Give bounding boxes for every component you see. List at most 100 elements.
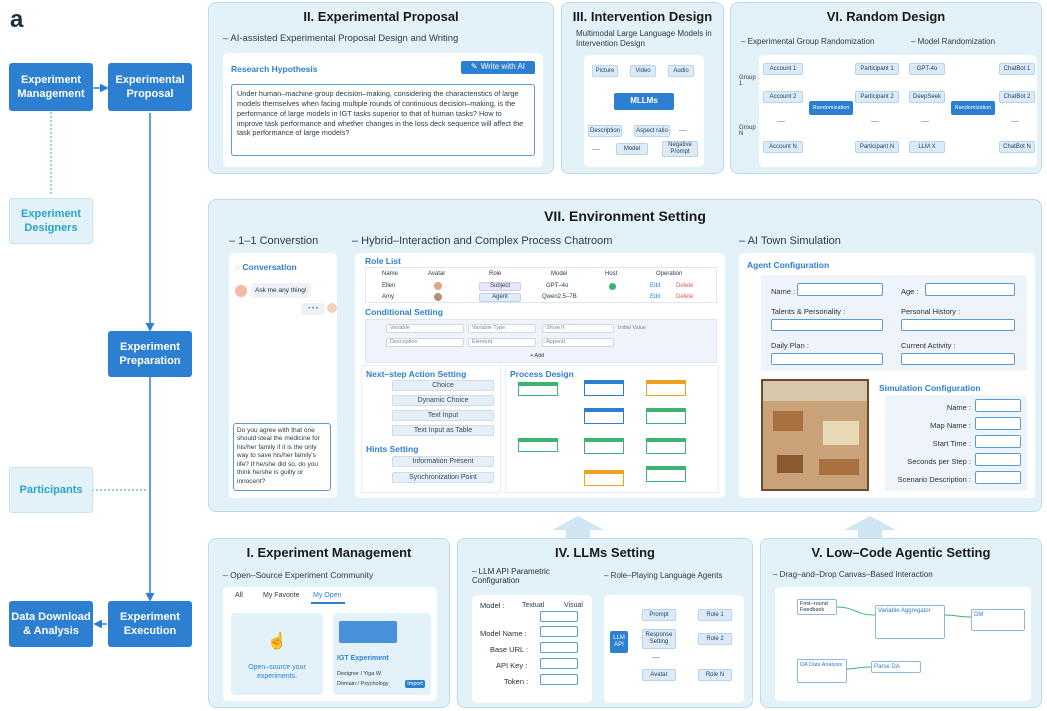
talents-input[interactable] — [771, 319, 883, 331]
role-table: Name Avatar Role Model Host Operation El… — [365, 267, 717, 303]
hints-heading: Hints Setting — [366, 444, 419, 454]
gpt-model: GPT-4o — [909, 63, 945, 75]
chatbotN: ChatBot N — [999, 141, 1035, 153]
edit-link[interactable]: Edit — [650, 294, 660, 300]
variable-aggregator-node[interactable]: Variable Aggregator — [875, 605, 945, 639]
randomization-node-2: Randomization — [951, 101, 995, 115]
role-agents-card: LLM API Prompt Response Setting ---- Ava… — [604, 595, 744, 703]
daily-label: Daily Plan : — [771, 341, 809, 350]
participantN: Participant N — [855, 141, 899, 153]
group1-label: Group 1 — [739, 75, 756, 87]
map-wall — [763, 381, 867, 401]
avatar — [434, 282, 442, 290]
ask-bubble: Ask me any thing! — [251, 283, 311, 298]
model-input[interactable] — [540, 611, 578, 622]
delete-link[interactable]: Delete — [676, 294, 693, 300]
map-label: Map Name : — [930, 421, 971, 430]
col-avatar: Avatar — [428, 271, 446, 277]
activity-label: Current Activity : — [901, 341, 956, 350]
question-input[interactable]: Do you agree with that one should steal … — [233, 423, 331, 491]
accountN: Account N — [763, 141, 803, 153]
flow-node — [646, 380, 686, 396]
append-field[interactable]: Append — [542, 338, 614, 347]
model-name-input[interactable] — [540, 626, 578, 637]
parse-da-node[interactable]: Parse DA — [871, 661, 921, 673]
participant2: Participant 2 — [855, 91, 899, 103]
first-feedback-node[interactable]: First–round Feedback — [797, 599, 837, 615]
typing-indicator: • • • — [301, 303, 325, 315]
text-table-option[interactable]: Text Input as Table — [392, 425, 494, 436]
history-input[interactable] — [901, 319, 1015, 331]
scenario-input[interactable] — [975, 471, 1021, 484]
activity-input[interactable] — [901, 353, 1015, 365]
base-url-label: Base URL : — [490, 645, 529, 654]
start-input[interactable] — [975, 435, 1021, 448]
tab-my-open[interactable]: My Open — [313, 592, 341, 599]
delete-link[interactable]: Delete — [676, 283, 693, 289]
info-present-option[interactable]: Information Present — [392, 456, 494, 467]
group-random-subtitle: – Experimental Group Randomization — [741, 37, 875, 46]
row-name: Ellen — [382, 283, 396, 289]
igt-experiment-tile[interactable]: IGT Experiment Designer / Yiga W Domain … — [333, 613, 431, 695]
name-input[interactable] — [797, 283, 883, 296]
add-button[interactable]: + Add — [530, 353, 544, 359]
flow-node — [518, 438, 558, 452]
api-key-input[interactable] — [540, 658, 578, 669]
daily-input[interactable] — [771, 353, 883, 365]
experimental-proposal-panel: II. Experimental Proposal – AI-assisted … — [208, 2, 554, 174]
community-card: All My Favorite My Open ☝ Open–source yo… — [223, 587, 437, 701]
participant1: Participant 1 — [855, 63, 899, 75]
sim-name-input[interactable] — [975, 399, 1021, 412]
text-input-option[interactable]: Text Input — [392, 410, 494, 421]
sim-config-form: Name : Map Name : Start Time : Seconds p… — [885, 395, 1027, 491]
panel-title: IV. LLMs Setting — [555, 545, 655, 560]
model-name-label: Model Name : — [480, 629, 527, 638]
conditional-box: Variable Variable Type Show if Initial V… — [365, 319, 717, 363]
agent-config-heading: Agent Configuration — [747, 260, 830, 270]
variable-type-field[interactable]: Variable Type — [468, 324, 536, 333]
initial-value-label: Initial Value — [618, 325, 647, 331]
tab-all[interactable]: All — [235, 592, 243, 599]
dm-node[interactable]: DM — [971, 609, 1025, 631]
role-subtitle: – Role–Playing Language Agents — [604, 571, 723, 580]
variable-field[interactable]: Variable — [386, 324, 464, 333]
panel-subtitle: Multimodal Large Language Models in Inte… — [576, 29, 712, 48]
hand-icon: ☝ — [267, 633, 287, 650]
hypothesis-text: Under human–machine group decision–makin… — [231, 84, 535, 156]
deepseek-model: DeepSeek — [909, 91, 945, 103]
col-role: Role — [489, 271, 502, 277]
map-input[interactable] — [975, 417, 1021, 430]
age-input[interactable] — [925, 283, 1015, 296]
panel-title: I. Experiment Management — [246, 545, 412, 560]
name-label: Name : — [771, 287, 796, 296]
import-button[interactable]: Import — [405, 680, 425, 688]
description-field[interactable]: Description — [386, 338, 464, 347]
tab-underline — [311, 602, 345, 604]
llms-setting-panel: IV. LLMs Setting – LLM API Parametric Co… — [457, 538, 753, 708]
role-list-heading: Role List — [365, 256, 401, 266]
description-chip: Description — [588, 125, 622, 137]
edit-link[interactable]: Edit — [650, 283, 660, 289]
llm-api-node: LLM API — [610, 631, 628, 653]
random-card: Group 1 Group N Account 1 Account 2 ----… — [739, 55, 1037, 167]
write-with-ai-button[interactable]: ✎ Write with AI — [461, 61, 535, 74]
da-data-analysis-node[interactable]: DA Data Analysis — [797, 659, 847, 683]
write-ai-label: Write with AI — [480, 62, 525, 72]
tab-favorite[interactable]: My Favorite — [263, 592, 300, 599]
groupN-label: Group N — [739, 125, 756, 137]
panel-title: II. Experimental Proposal — [303, 9, 459, 24]
seconds-input[interactable] — [975, 453, 1021, 466]
show-if-field[interactable]: Show if — [542, 324, 614, 333]
col-operation: Operation — [656, 271, 683, 277]
chatroom-card: Role List Name Avatar Role Model Host Op… — [355, 253, 725, 498]
token-input[interactable] — [540, 674, 578, 685]
open-source-tile[interactable]: ☝ Open–source your experiments. — [231, 613, 323, 695]
avatar — [327, 303, 337, 313]
start-label: Start Time : — [932, 439, 971, 448]
dynamic-choice-option[interactable]: Dynamic Choice — [392, 395, 494, 406]
sync-point-option[interactable]: Synchronization Point — [392, 472, 494, 483]
element-field[interactable]: Element — [468, 338, 536, 347]
choice-option[interactable]: Choice — [392, 380, 494, 391]
account1: Account 1 — [763, 63, 803, 75]
base-url-input[interactable] — [540, 642, 578, 653]
